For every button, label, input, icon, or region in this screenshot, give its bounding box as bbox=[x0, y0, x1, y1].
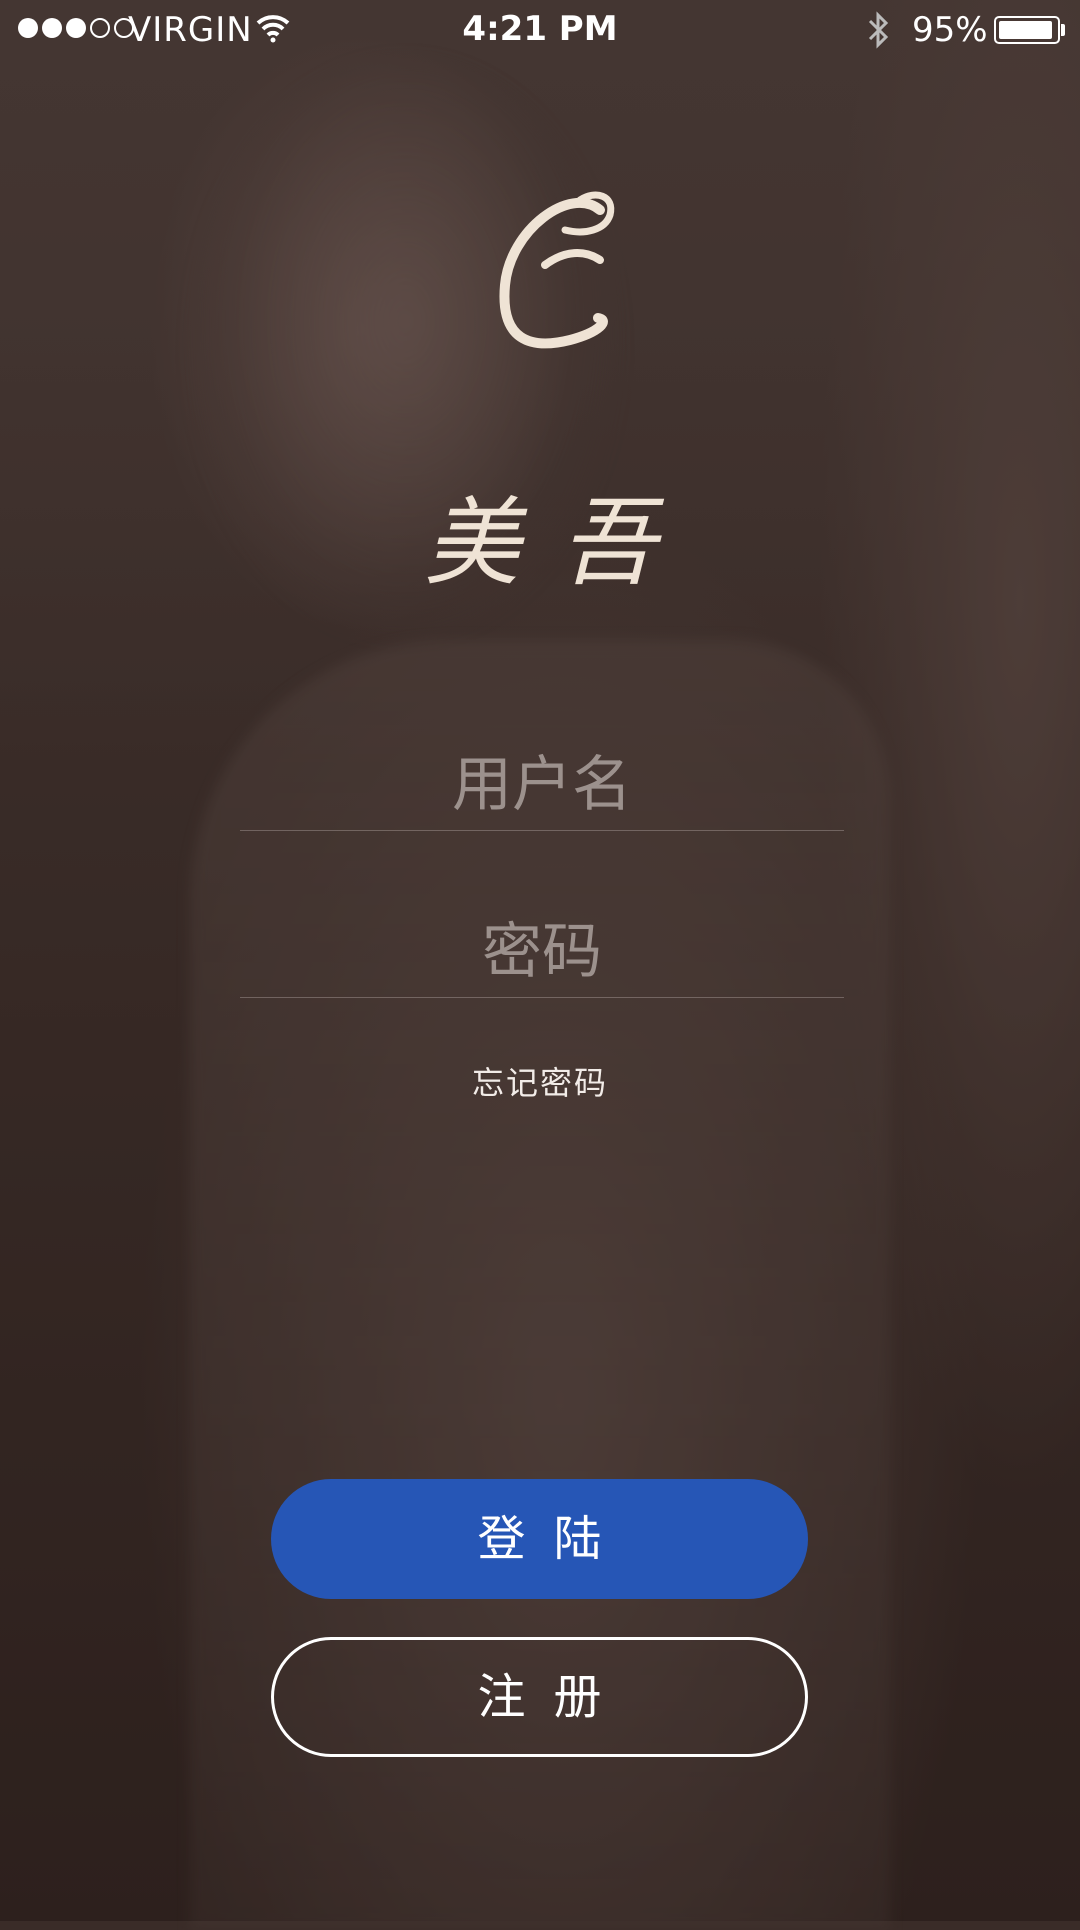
username-input[interactable] bbox=[240, 740, 844, 830]
status-bar: VIRGIN 4:21 PM 95% bbox=[0, 0, 1080, 60]
username-field[interactable] bbox=[240, 740, 844, 831]
login-button[interactable]: 登陆 bbox=[271, 1479, 808, 1599]
battery-fill bbox=[999, 21, 1053, 39]
bluetooth-icon bbox=[866, 10, 892, 59]
logo-mark bbox=[499, 191, 615, 349]
battery-tip bbox=[1061, 24, 1065, 36]
battery-percent: 95% bbox=[912, 10, 988, 50]
brand-name: 美吾 bbox=[424, 487, 696, 599]
battery-icon bbox=[994, 16, 1060, 44]
password-input[interactable] bbox=[240, 907, 844, 997]
register-button[interactable]: 注册 bbox=[271, 1637, 808, 1757]
password-field[interactable] bbox=[240, 907, 844, 998]
forgot-password-link[interactable]: 忘记密码 bbox=[472, 1064, 608, 1102]
forgot-password-row: 忘记密码 bbox=[0, 1058, 1080, 1104]
